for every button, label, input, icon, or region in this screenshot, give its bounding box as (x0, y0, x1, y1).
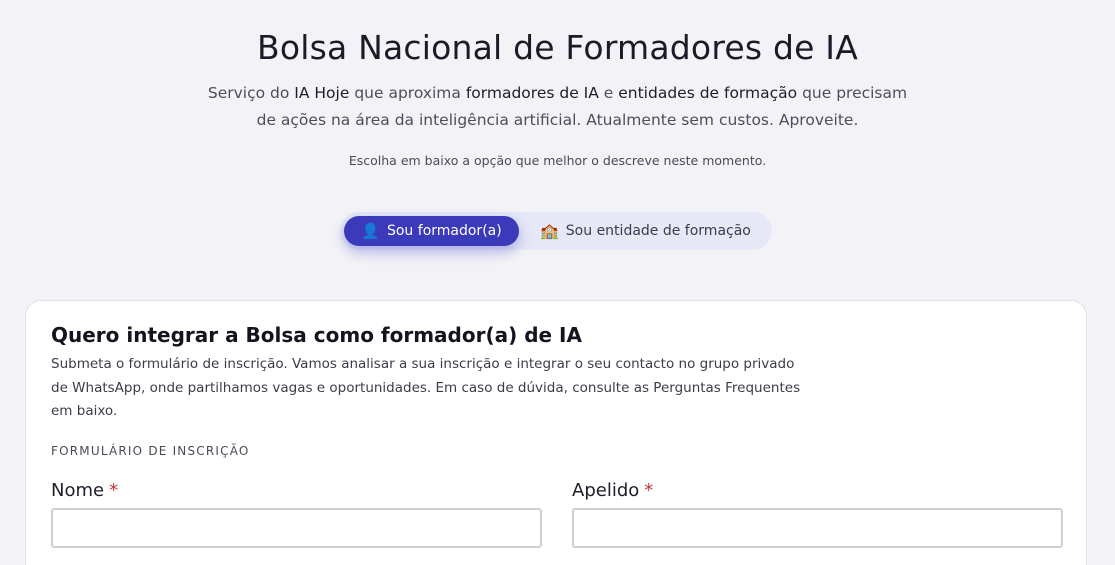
intro-part: Serviço do (207, 84, 295, 102)
card-description: Submeta o formulário de inscrição. Vamos… (51, 356, 801, 419)
required-mark: * (644, 480, 654, 501)
role-toggle: 👤 Sou formador(a) 🏫 Sou entidade de form… (340, 212, 772, 250)
intro-part: que aproxima (349, 84, 466, 102)
first-name-input[interactable] (51, 508, 542, 548)
person-icon: 👤 (361, 222, 380, 240)
choice-hint: Escolha em baixo a opção que melhor o de… (348, 153, 767, 168)
card-title: Quero integrar a Bolsa como formador(a) … (51, 323, 582, 347)
first-name-label-text: Nome (51, 480, 105, 501)
entity-option-button[interactable]: 🏫 Sou entidade de formação (533, 216, 758, 246)
trainer-option-button[interactable]: 👤 Sou formador(a) (344, 216, 519, 246)
intro-text: Serviço do IA Hoje que aproxima formador… (200, 80, 915, 134)
last-name-label: Apelido * (572, 480, 653, 501)
last-name-input[interactable] (572, 508, 1063, 548)
school-icon: 🏫 (540, 222, 559, 240)
trainers-highlight: formadores de IA (465, 84, 599, 102)
trainer-option-label: Sou formador(a) (386, 223, 502, 239)
first-name-label: Nome * (51, 480, 118, 501)
entities-highlight: entidades de formação (618, 84, 798, 102)
signup-card: Quero integrar a Bolsa como formador(a) … (25, 300, 1087, 565)
brand-name: IA Hoje (294, 84, 350, 102)
page-title: Bolsa Nacional de Formadores de IA (256, 28, 858, 67)
required-mark: * (109, 480, 119, 501)
form-section-label: FORMULÁRIO DE INSCRIÇÃO (51, 444, 250, 458)
last-name-label-text: Apelido (572, 480, 640, 501)
intro-part: e (598, 84, 619, 102)
entity-option-label: Sou entidade de formação (565, 223, 751, 239)
